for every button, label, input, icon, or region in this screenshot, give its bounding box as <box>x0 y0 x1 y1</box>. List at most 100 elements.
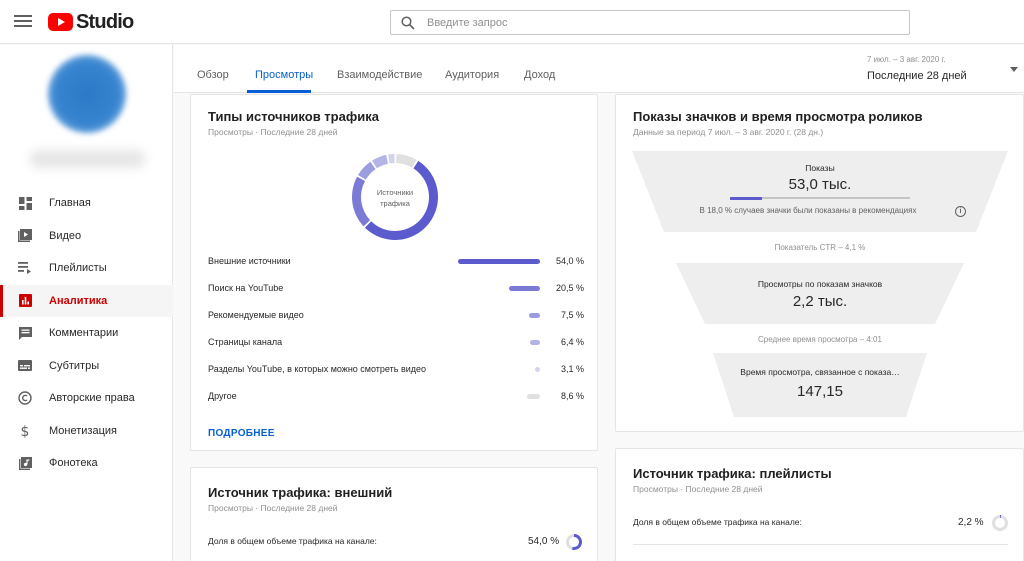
share-mini-donut <box>566 534 582 550</box>
logo-text: Studio <box>76 10 134 33</box>
views-value: 2,2 тыс. <box>792 293 848 310</box>
sidebar-item-audio-library[interactable]: Фонотека <box>0 447 173 480</box>
tab-overview[interactable]: Обзор <box>197 69 229 81</box>
sidebar: Главная Видео Плейлисты Аналитика Коммен… <box>0 45 173 561</box>
donut-slice[interactable] <box>396 154 417 168</box>
tab-audience[interactable]: Аудитория <box>445 69 499 81</box>
share-value: 54,0 % <box>528 536 560 547</box>
sidebar-item-label: Главная <box>49 197 91 210</box>
sidebar-item-label: Фонотека <box>49 457 98 470</box>
traffic-row-suggested[interactable]: Рекомендуемые видео 7,5 % <box>208 310 584 324</box>
card-title: Источник трафика: плейлисты <box>633 466 832 481</box>
impressions-label: Показы <box>805 163 835 173</box>
copyright-icon <box>18 391 32 405</box>
share-mini-donut <box>992 515 1008 531</box>
channel-name-blurred <box>30 150 145 168</box>
recommend-share-bar <box>730 196 910 200</box>
card-subtitle: Просмотры · Последние 28 дней <box>633 484 763 494</box>
traffic-row-bar <box>526 394 540 399</box>
traffic-row-label: Другое <box>208 391 237 401</box>
caret-down-icon[interactable] <box>1010 67 1018 72</box>
recommend-note: В 18,0 % случаев значки были показаны в … <box>699 206 917 215</box>
impressions-funnel-card: Показы значков и время просмотра роликов… <box>615 94 1024 432</box>
dashboard-icon <box>18 196 32 210</box>
sidebar-item-label: Субтитры <box>49 359 100 372</box>
share-value: 2,2 % <box>958 517 984 528</box>
sidebar-item-label: Комментарии <box>49 327 119 340</box>
info-icon[interactable]: i <box>955 206 966 217</box>
mini-donut-fill <box>572 534 582 550</box>
traffic-row-other[interactable]: Другое 8,6 % <box>208 391 584 405</box>
share-label: Доля в общем объеме трафика на канале: <box>208 536 377 546</box>
sidebar-item-analytics[interactable]: Аналитика <box>0 284 173 317</box>
donut-slice[interactable] <box>372 154 389 169</box>
traffic-row-youtube-search[interactable]: Поиск на YouTube 20,5 % <box>208 283 584 297</box>
search-box[interactable] <box>390 10 910 35</box>
date-period-label[interactable]: Последние 28 дней <box>867 70 967 82</box>
audio-library-icon <box>18 456 32 470</box>
card-subtitle: Данные за период 7 июл. – 3 авг. 2020 г.… <box>633 127 824 137</box>
youtube-logo-icon <box>48 13 73 31</box>
tab-reach[interactable]: Просмотры <box>255 69 313 81</box>
traffic-row-bar <box>535 367 540 372</box>
channel-avatar[interactable] <box>48 55 126 133</box>
youtube-studio-logo[interactable]: Studio <box>48 10 134 33</box>
card-title: Источник трафика: внешний <box>208 485 393 500</box>
sidebar-item-label: Авторские права <box>49 392 135 405</box>
traffic-row-label: Внешние источники <box>208 256 291 266</box>
search-icon <box>401 16 415 30</box>
views-label: Просмотры по показам значков <box>757 279 883 289</box>
traffic-row-pct: 8,6 % <box>560 391 584 401</box>
channel-header <box>0 45 173 185</box>
sidebar-item-label: Аналитика <box>49 294 108 307</box>
divider <box>633 544 1008 545</box>
traffic-playlists-card: Источник трафика: плейлисты Просмотры · … <box>615 448 1024 561</box>
top-bar: Studio <box>0 0 1024 44</box>
traffic-row-browse[interactable]: Разделы YouTube, в которых можно смотрет… <box>208 364 584 378</box>
sidebar-item-monetization[interactable]: $ Монетизация <box>0 415 173 448</box>
tab-revenue[interactable]: Доход <box>524 69 555 81</box>
sidebar-item-playlists[interactable]: Плейлисты <box>0 252 173 285</box>
analytics-tabs-bar: Обзор Просмотры Взаимодействие Аудитория… <box>174 45 1024 93</box>
sidebar-item-comments[interactable]: Комментарии <box>0 317 173 350</box>
active-tab-indicator <box>247 90 311 93</box>
dollar-icon: $ <box>18 424 32 438</box>
traffic-row-label: Страницы канала <box>208 337 283 347</box>
sidebar-item-subtitles[interactable]: Субтитры <box>0 350 173 383</box>
analytics-icon <box>18 294 32 308</box>
share-label: Доля в общем объеме трафика на канале: <box>633 517 802 527</box>
see-more-link[interactable]: ПОДРОБНЕЕ <box>208 428 275 439</box>
traffic-row-channel-pages[interactable]: Страницы канала 6,4 % <box>208 337 584 351</box>
video-icon <box>18 229 32 243</box>
donut-label-line1: Источники <box>376 188 414 197</box>
card-title: Показы значков и время просмотра роликов <box>633 109 923 124</box>
traffic-row-external[interactable]: Внешние источники 54,0 % <box>208 256 584 270</box>
traffic-row-pct: 6,4 % <box>560 337 584 347</box>
sidebar-item-label: Монетизация <box>49 424 117 437</box>
mini-donut-track <box>992 515 1008 531</box>
donut-center-label: Источники трафика <box>346 187 444 209</box>
traffic-row-bar <box>508 286 540 291</box>
hamburger-menu-icon[interactable] <box>14 12 32 32</box>
sidebar-item-copyright[interactable]: Авторские права <box>0 382 173 415</box>
comments-icon <box>18 326 32 340</box>
traffic-types-card: Типы источников трафика Просмотры · Посл… <box>190 94 598 451</box>
donut-slice[interactable] <box>358 161 376 180</box>
traffic-row-label: Рекомендуемые видео <box>208 310 304 320</box>
tab-engagement[interactable]: Взаимодействие <box>337 69 422 81</box>
donut-slice[interactable] <box>388 154 395 164</box>
sidebar-item-videos[interactable]: Видео <box>0 220 173 253</box>
impressions-funnel: Показы 53,0 тыс. В 18,0 % случаев значки… <box>632 151 1008 417</box>
search-input[interactable] <box>427 14 897 32</box>
card-title: Типы источников трафика <box>208 109 379 124</box>
traffic-row-label: Поиск на YouTube <box>208 283 284 293</box>
traffic-row-pct: 20,5 % <box>555 283 584 293</box>
traffic-row-pct: 3,1 % <box>560 364 584 374</box>
donut-label-line2: трафика <box>380 199 410 208</box>
watch-time-value: 147,15 <box>797 383 843 400</box>
sidebar-item-label: Плейлисты <box>49 262 107 275</box>
traffic-row-bar <box>528 313 540 318</box>
traffic-row-pct: 7,5 % <box>560 310 584 320</box>
avg-view-duration-label: Среднее время просмотра – 4:01 <box>758 335 882 344</box>
sidebar-item-dashboard[interactable]: Главная <box>0 187 173 220</box>
